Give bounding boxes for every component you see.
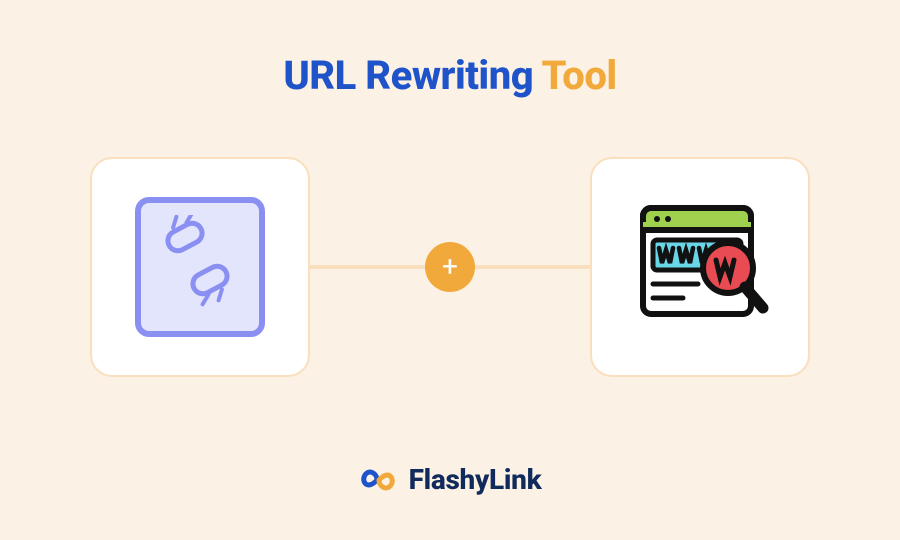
left-card <box>90 157 310 377</box>
infinity-logo-icon <box>359 465 397 495</box>
footer-brand: FlashyLink <box>0 463 900 496</box>
page-title: URL Rewriting Tool <box>0 0 900 99</box>
broken-link-icon <box>135 197 265 337</box>
illustration-row: + <box>90 157 810 377</box>
plus-symbol: + <box>442 253 458 281</box>
title-secondary: Tool <box>541 52 616 99</box>
www-search-icon <box>623 190 778 345</box>
brand-name: FlashyLink <box>409 463 542 496</box>
title-primary: URL Rewriting <box>283 52 533 99</box>
right-card <box>590 157 810 377</box>
plus-icon: + <box>425 242 475 292</box>
